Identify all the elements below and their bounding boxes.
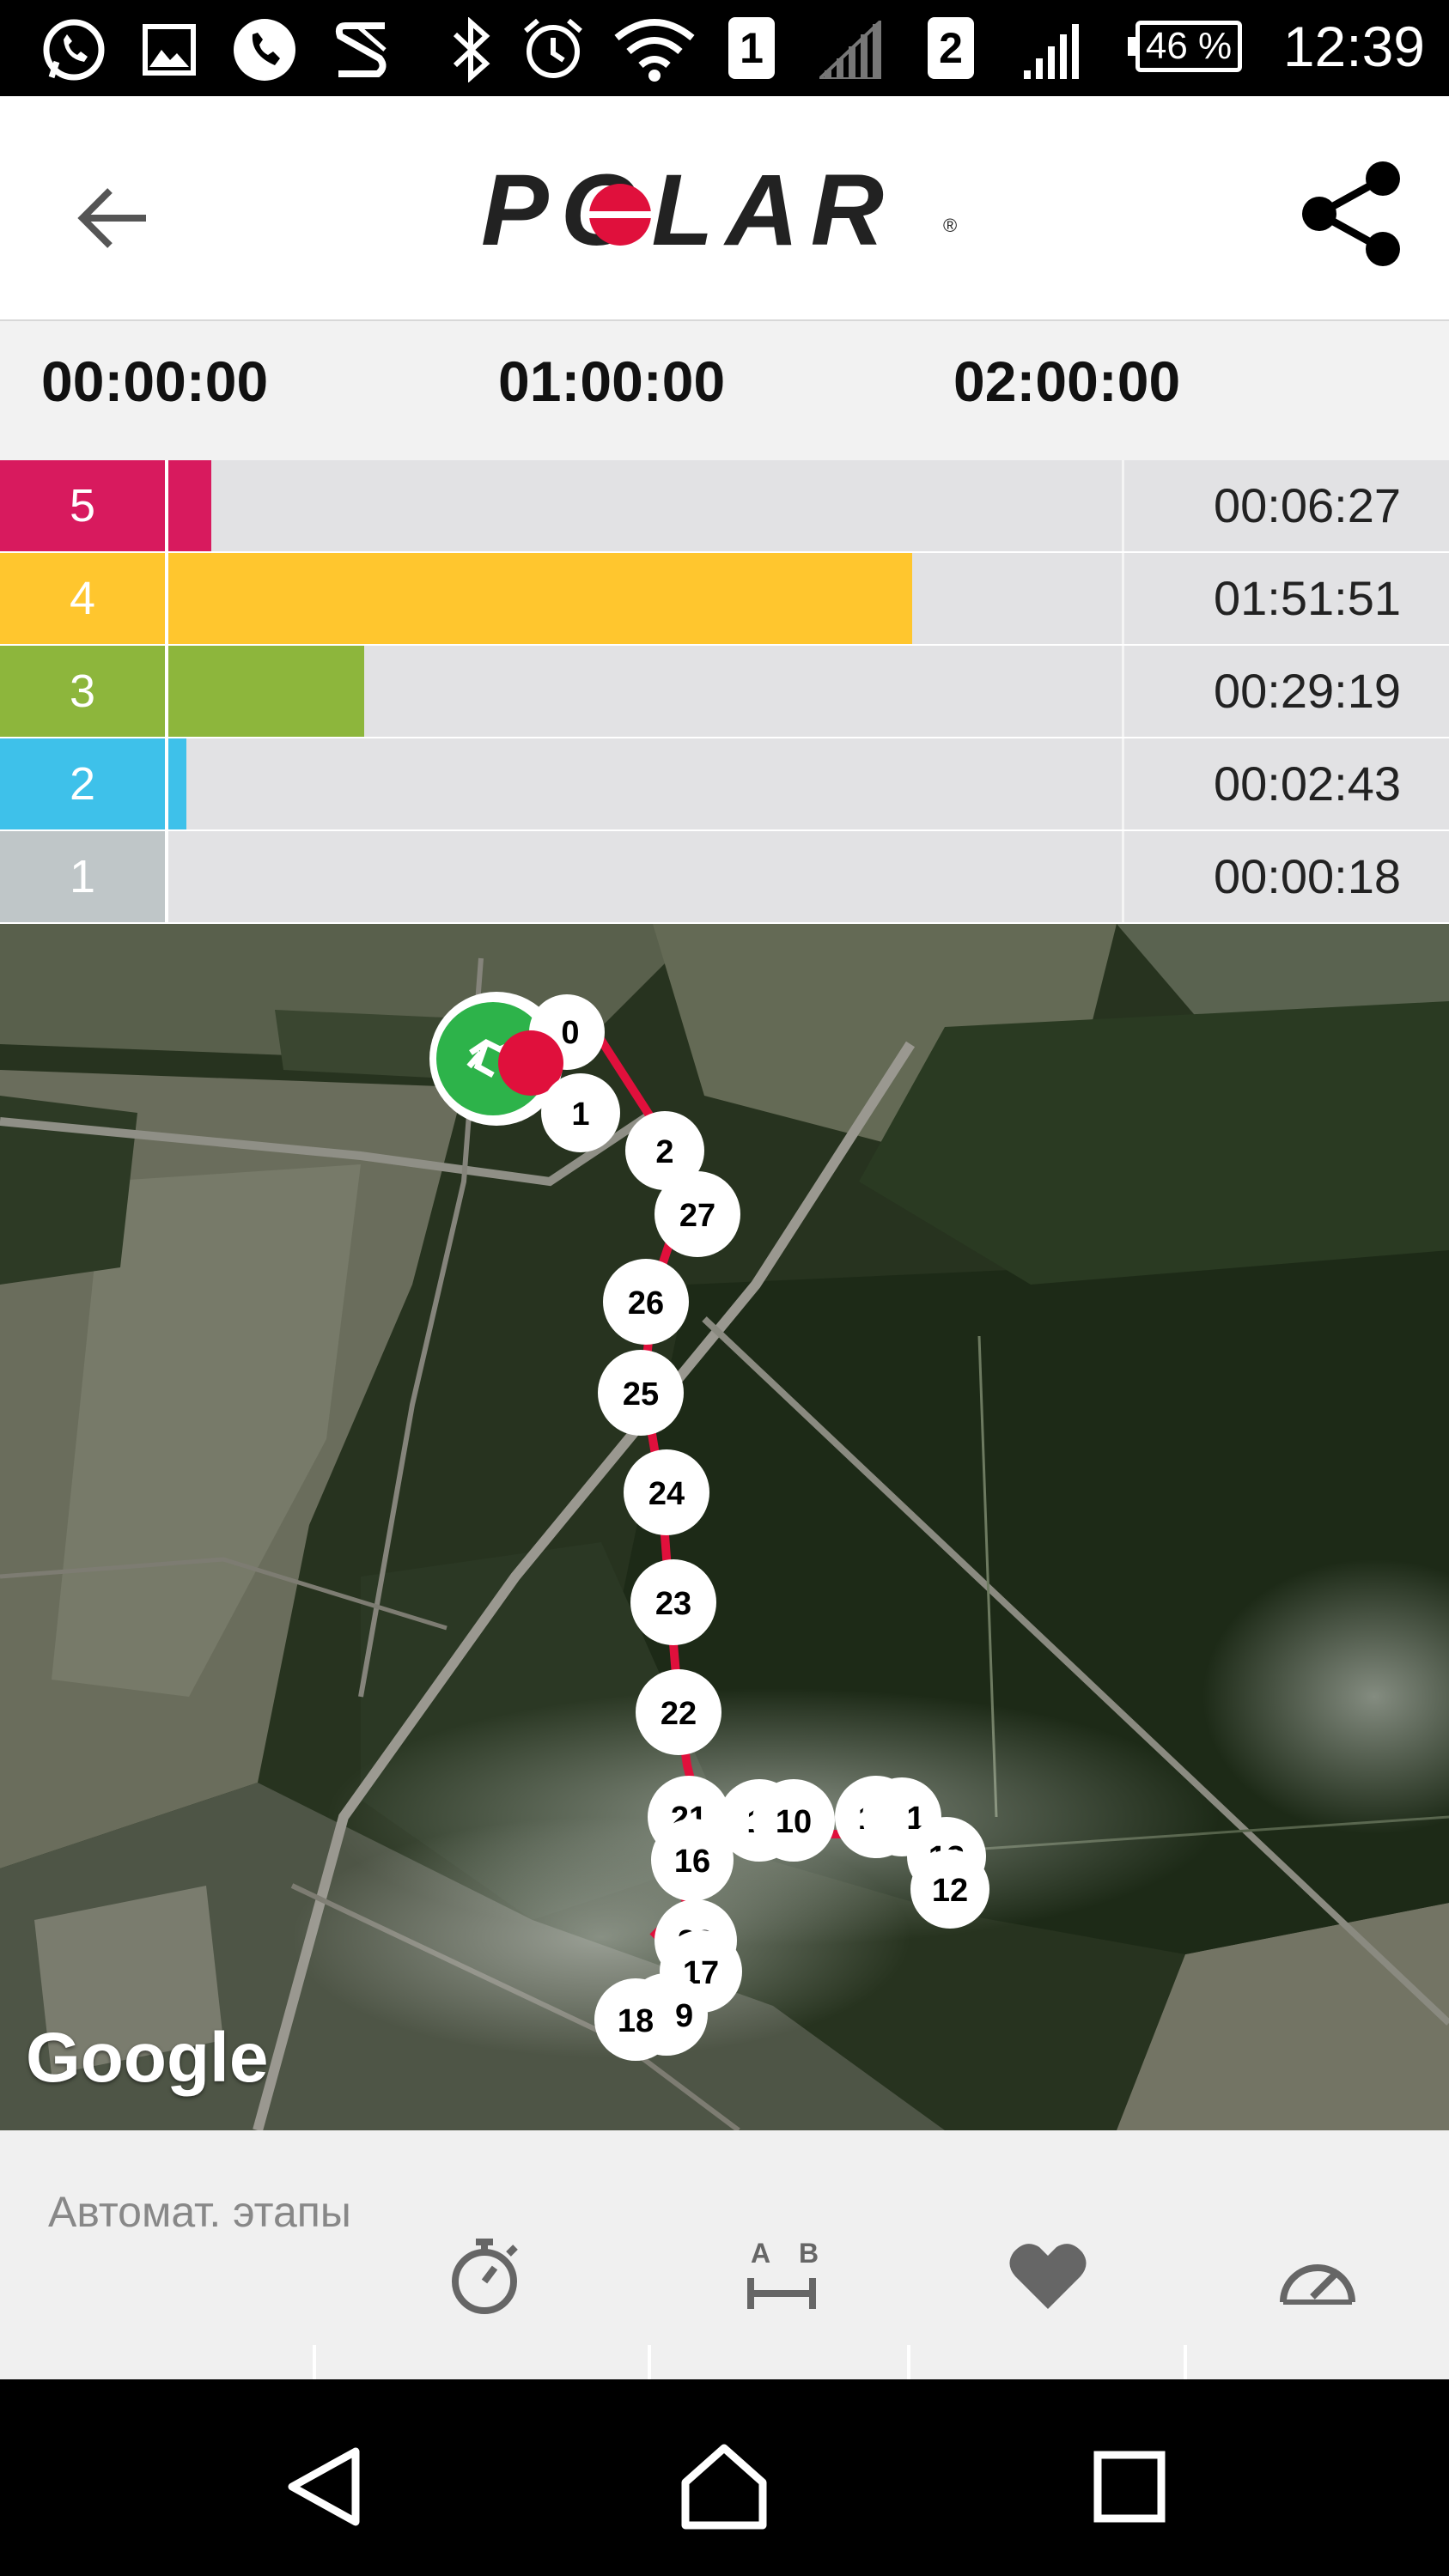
zone-bar	[168, 738, 186, 829]
share-icon[interactable]	[1297, 158, 1409, 270]
time-axis: 00:00:00 01:00:00 02:00:00	[0, 321, 1449, 460]
s-app-icon	[335, 22, 387, 77]
zone-time: 01:51:51	[1214, 571, 1401, 625]
gallery-icon	[143, 24, 196, 76]
logo-dot	[588, 184, 653, 246]
route-map[interactable]: 0 1 2 27 26 25 24 23 22 21 16 1 10 14 1 …	[0, 924, 1449, 2130]
zone-separator	[1122, 738, 1124, 829]
zone-label: 3	[0, 646, 165, 737]
svg-text:23: 23	[655, 1586, 691, 1622]
time-tick: 02:00:00	[953, 349, 1181, 413]
signal-icon	[819, 21, 881, 79]
svg-text:1: 1	[571, 1097, 589, 1133]
battery-icon: 46 %	[1128, 21, 1242, 72]
sim1-badge: 1	[728, 17, 775, 79]
zone-bar	[168, 460, 211, 551]
app-header: POLAR ®	[0, 96, 1449, 321]
svg-text:25: 25	[623, 1376, 659, 1413]
svg-text:24: 24	[648, 1476, 685, 1512]
zone-bar	[168, 646, 364, 737]
wifi-icon	[614, 19, 695, 82]
zone-label: 5	[0, 460, 165, 551]
zone-label: 2	[0, 738, 165, 829]
zone-separator	[1122, 553, 1124, 644]
system-nav-bar	[0, 2379, 1449, 2576]
heart-icon[interactable]	[1005, 2233, 1091, 2319]
svg-text:16: 16	[674, 1844, 710, 1880]
svg-text:26: 26	[628, 1285, 664, 1321]
arrow-left-icon[interactable]	[69, 175, 155, 261]
distance-ab-icon[interactable]: A B	[739, 2233, 825, 2319]
whatsapp-icon	[43, 19, 105, 81]
logo-text: POLAR	[481, 154, 896, 267]
svg-text:18: 18	[618, 2003, 654, 2039]
home-icon[interactable]	[677, 2439, 771, 2534]
time-tick: 00:00:00	[41, 349, 269, 413]
svg-text:0: 0	[561, 1015, 579, 1051]
zone-time: 00:29:19	[1214, 664, 1401, 718]
svg-text:22: 22	[661, 1696, 697, 1732]
zone-label: 1	[0, 831, 165, 922]
bluetooth-icon	[453, 17, 490, 82]
laps-title: Автомат. этапы	[48, 2188, 351, 2236]
tab-separator	[907, 2345, 910, 2379]
zone-time: 00:06:27	[1214, 478, 1401, 532]
sim2-badge: 2	[928, 17, 974, 79]
zone-divider	[165, 831, 168, 922]
zone-row: 2 00:02:43	[0, 738, 1449, 831]
laps-section: Автомат. этапы A B	[0, 2130, 1449, 2379]
svg-text:B: B	[799, 2238, 819, 2269]
phone-icon	[234, 19, 295, 81]
tab-separator	[313, 2345, 316, 2379]
svg-text:12: 12	[932, 1873, 968, 1909]
zone-separator	[1122, 460, 1124, 551]
svg-text:2: 2	[655, 1134, 673, 1170]
logo-registered: ®	[943, 215, 958, 236]
zone-time: 00:02:43	[1214, 756, 1401, 811]
hr-zones-chart: 5 00:06:27 4 01:51:51 3 00:29:19 2 00:02…	[0, 460, 1449, 924]
zone-separator	[1122, 831, 1124, 922]
zone-row: 5 00:06:27	[0, 460, 1449, 553]
zone-bar	[168, 553, 912, 644]
polar-logo: POLAR ®	[481, 154, 979, 267]
zone-row: 4 01:51:51	[0, 553, 1449, 646]
zone-row: 3 00:29:19	[0, 646, 1449, 738]
speedometer-icon[interactable]	[1275, 2233, 1361, 2319]
recents-icon[interactable]	[1082, 2439, 1177, 2534]
zone-separator	[1122, 646, 1124, 737]
tab-separator	[1184, 2345, 1187, 2379]
zone-label: 4	[0, 553, 165, 644]
svg-text:27: 27	[679, 1198, 715, 1234]
clock: 12:39	[1282, 15, 1425, 78]
zone-time: 00:00:18	[1214, 849, 1401, 903]
zone-row: 1 00:00:18	[0, 831, 1449, 924]
tab-separator	[648, 2345, 651, 2379]
google-attribution: Google	[26, 2019, 269, 2097]
svg-text:10: 10	[776, 1804, 812, 1840]
back-icon[interactable]	[278, 2439, 373, 2534]
signal-icon	[1024, 24, 1079, 79]
satellite-map[interactable]: 0 1 2 27 26 25 24 23 22 21 16 1 10 14 1 …	[0, 924, 1449, 2130]
time-tick: 01:00:00	[498, 349, 726, 413]
svg-text:A: A	[751, 2238, 770, 2269]
stopwatch-icon[interactable]	[441, 2233, 527, 2319]
status-bar: 1 2 46 % 12:39	[0, 0, 1449, 96]
alarm-icon	[524, 18, 582, 78]
